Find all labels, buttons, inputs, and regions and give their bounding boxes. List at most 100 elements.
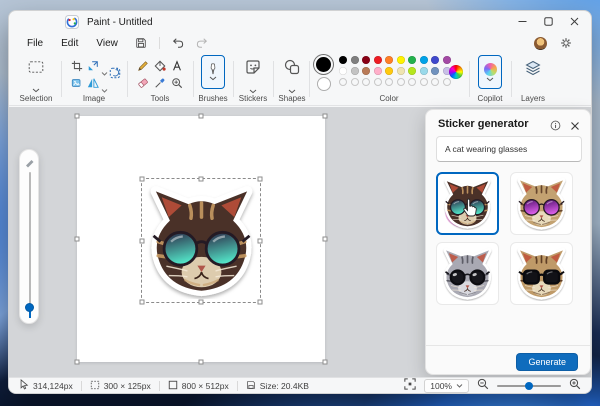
color-swatch[interactable] [362, 67, 370, 75]
canvas-resize-handle[interactable] [74, 113, 80, 119]
redo-icon[interactable] [196, 37, 208, 49]
canvas-resize-handle[interactable] [322, 113, 328, 119]
canvas-resize-handle[interactable] [74, 236, 80, 242]
copilot-button[interactable] [478, 55, 502, 89]
sticker-thumbnail-cat-tabby-thick-glasses[interactable] [510, 242, 573, 305]
empty-color-slot[interactable] [442, 78, 451, 86]
selection-tool-icon[interactable] [28, 59, 44, 75]
zoom-in-icon[interactable] [569, 377, 581, 394]
selection-resize-handle[interactable] [139, 176, 145, 182]
maximize-button[interactable] [535, 11, 561, 32]
color-swatch[interactable] [419, 56, 428, 64]
shapes-icon[interactable] [284, 59, 300, 75]
rotate-icon[interactable] [71, 77, 83, 89]
color-swatch[interactable] [419, 67, 428, 75]
zoom-slider-thumb[interactable] [525, 381, 533, 390]
empty-color-slot[interactable] [373, 78, 382, 86]
canvas-resize-handle[interactable] [322, 359, 328, 365]
empty-color-slot[interactable] [396, 78, 405, 86]
sticker-icon[interactable] [245, 59, 261, 75]
canvas-resize-handle[interactable] [198, 113, 204, 119]
zoom-slider[interactable] [497, 381, 561, 391]
empty-color-slot[interactable] [419, 78, 428, 86]
text-tool-icon[interactable] [171, 60, 183, 72]
undo-icon[interactable] [172, 37, 184, 49]
selection-resize-handle[interactable] [257, 176, 263, 182]
status-text: 300 × 125px [103, 380, 151, 391]
eyedropper-icon[interactable] [154, 77, 166, 89]
brushes-chevron-icon [209, 76, 217, 81]
color-swatch[interactable] [396, 56, 405, 64]
selection-resize-handle[interactable] [257, 299, 263, 305]
color-swatch[interactable] [339, 67, 347, 75]
color-swatch[interactable] [339, 56, 347, 64]
selection-resize-handle[interactable] [198, 176, 204, 182]
resize-icon[interactable] [87, 60, 99, 72]
empty-color-slot[interactable] [339, 78, 347, 86]
zoom-out-icon[interactable] [477, 377, 489, 394]
color-swatch[interactable] [408, 67, 416, 75]
account-avatar[interactable] [534, 36, 547, 50]
brush-size-slider[interactable] [19, 149, 39, 324]
generate-button[interactable]: Generate [516, 353, 578, 371]
fill-bucket-icon[interactable] [154, 60, 166, 72]
save-icon[interactable] [135, 37, 147, 49]
color-swatch[interactable] [350, 67, 359, 75]
menu-file[interactable]: File [18, 36, 52, 51]
canvas-resize-handle[interactable] [198, 359, 204, 365]
fit-to-screen-icon[interactable] [404, 377, 416, 394]
selection-resize-handle[interactable] [257, 238, 263, 243]
empty-color-slot[interactable] [385, 78, 393, 86]
menu-edit[interactable]: Edit [52, 36, 87, 51]
info-icon[interactable] [550, 118, 561, 136]
color-swatch[interactable] [373, 56, 382, 64]
canvas-resize-handle[interactable] [74, 359, 80, 365]
sticker-thumbnail-cat-teal-aviators[interactable] [436, 172, 499, 235]
ribbon-divider [273, 61, 274, 97]
zoom-level-dropdown[interactable]: 100% [424, 378, 469, 393]
primary-color-swatch[interactable] [316, 57, 331, 72]
selection-resize-handle[interactable] [198, 299, 204, 305]
edit-colors-icon[interactable] [449, 65, 463, 79]
close-button[interactable] [561, 11, 587, 32]
color-swatch[interactable] [431, 56, 439, 64]
remove-background-icon[interactable] [109, 67, 121, 79]
flip-icon[interactable] [87, 77, 99, 89]
crop-icon[interactable] [71, 60, 83, 72]
canvas-resize-handle[interactable] [322, 236, 328, 242]
color-swatch[interactable] [362, 56, 370, 64]
color-swatch[interactable] [442, 56, 451, 64]
color-swatch[interactable] [350, 56, 359, 64]
canvas-cat-sticker[interactable] [143, 182, 260, 300]
slider-thumb[interactable] [24, 303, 34, 312]
brushes-button[interactable] [201, 55, 225, 89]
empty-color-slot[interactable] [431, 78, 439, 86]
color-swatch[interactable] [373, 67, 382, 75]
settings-gear-icon[interactable] [560, 37, 572, 49]
panel-close-icon[interactable] [570, 118, 580, 136]
sticker-thumbnail-cat-purple-aviators[interactable] [510, 172, 573, 235]
selection-resize-handle[interactable] [139, 238, 145, 243]
drawing-canvas[interactable] [74, 113, 328, 365]
eraser-icon[interactable] [137, 77, 149, 89]
color-swatch[interactable] [431, 67, 439, 75]
color-swatch[interactable] [396, 67, 405, 75]
menu-view[interactable]: View [87, 36, 127, 51]
pencil-icon[interactable] [137, 60, 149, 72]
magnifier-tool-icon[interactable] [171, 77, 183, 89]
slider-track[interactable] [29, 172, 31, 318]
layers-icon[interactable] [525, 60, 541, 76]
selection-box[interactable] [139, 176, 263, 305]
prompt-input[interactable] [436, 136, 582, 162]
minimize-button[interactable] [509, 11, 535, 32]
color-swatch[interactable] [385, 56, 393, 64]
color-swatch[interactable] [385, 67, 393, 75]
sticker-thumbnail-cat-gray-round-glasses[interactable] [436, 242, 499, 305]
secondary-color-swatch[interactable] [317, 77, 331, 91]
color-swatch[interactable] [408, 56, 416, 64]
empty-color-slot[interactable] [362, 78, 370, 86]
empty-color-slot[interactable] [408, 78, 416, 86]
empty-color-slot[interactable] [350, 78, 359, 86]
selection-resize-handle[interactable] [139, 299, 145, 305]
resize-chevron-icon[interactable] [101, 63, 108, 81]
